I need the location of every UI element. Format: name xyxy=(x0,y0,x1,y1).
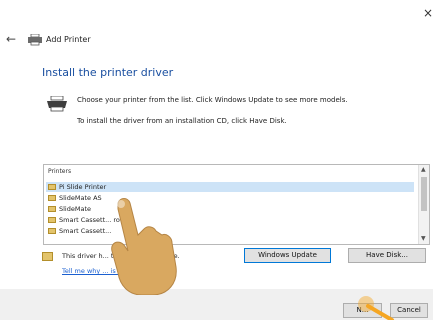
printer-icon xyxy=(28,34,42,46)
scroll-up-icon[interactable]: ▲ xyxy=(421,166,426,174)
list-scrollbar[interactable]: ▲ ▼ xyxy=(418,165,429,244)
back-icon[interactable]: ← xyxy=(6,33,16,45)
printer-folder-icon xyxy=(48,206,56,212)
instruction-text-2: To install the driver from an installati… xyxy=(77,117,287,125)
instruction-text-1: Choose your printer from the list. Click… xyxy=(77,96,348,104)
pointer-arrow-icon xyxy=(358,296,394,320)
windows-update-button[interactable]: Windows Update xyxy=(244,248,331,263)
list-item[interactable]: Pi Slide Printer xyxy=(46,182,414,192)
have-disk-button[interactable]: Have Disk... xyxy=(348,248,426,263)
list-item[interactable]: SlideMate xyxy=(46,204,414,214)
list-item-label: SlideMate AS xyxy=(59,194,102,202)
printer-folder-icon xyxy=(48,228,56,234)
add-printer-window: × ← Add Printer Install the printer driv… xyxy=(0,0,433,320)
printer-driver-icon xyxy=(47,96,67,112)
window-title: Add Printer xyxy=(46,35,91,44)
scroll-thumb[interactable] xyxy=(421,177,427,211)
printer-list[interactable]: Printers Pi Slide Printer SlideMate AS S… xyxy=(43,164,430,245)
list-item[interactable]: Smart Cassett... xyxy=(46,226,414,236)
list-item[interactable]: Smart Cassett... rou xyxy=(46,215,414,225)
scroll-down-icon[interactable]: ▼ xyxy=(421,235,426,243)
printer-folder-icon xyxy=(48,217,56,223)
printer-folder-icon xyxy=(48,195,56,201)
list-item[interactable]: SlideMate AS xyxy=(46,193,414,203)
page-heading: Install the printer driver xyxy=(42,66,174,79)
list-header: Printers xyxy=(48,168,72,175)
list-item-label: SlideMate xyxy=(59,205,92,213)
pointing-hand-icon xyxy=(111,198,177,295)
printer-folder-icon xyxy=(48,184,56,190)
close-icon[interactable]: × xyxy=(423,7,433,19)
list-item-label: Smart Cassett... xyxy=(59,227,112,235)
signature-icon xyxy=(42,252,53,261)
list-item-label: Pi Slide Printer xyxy=(59,183,107,191)
